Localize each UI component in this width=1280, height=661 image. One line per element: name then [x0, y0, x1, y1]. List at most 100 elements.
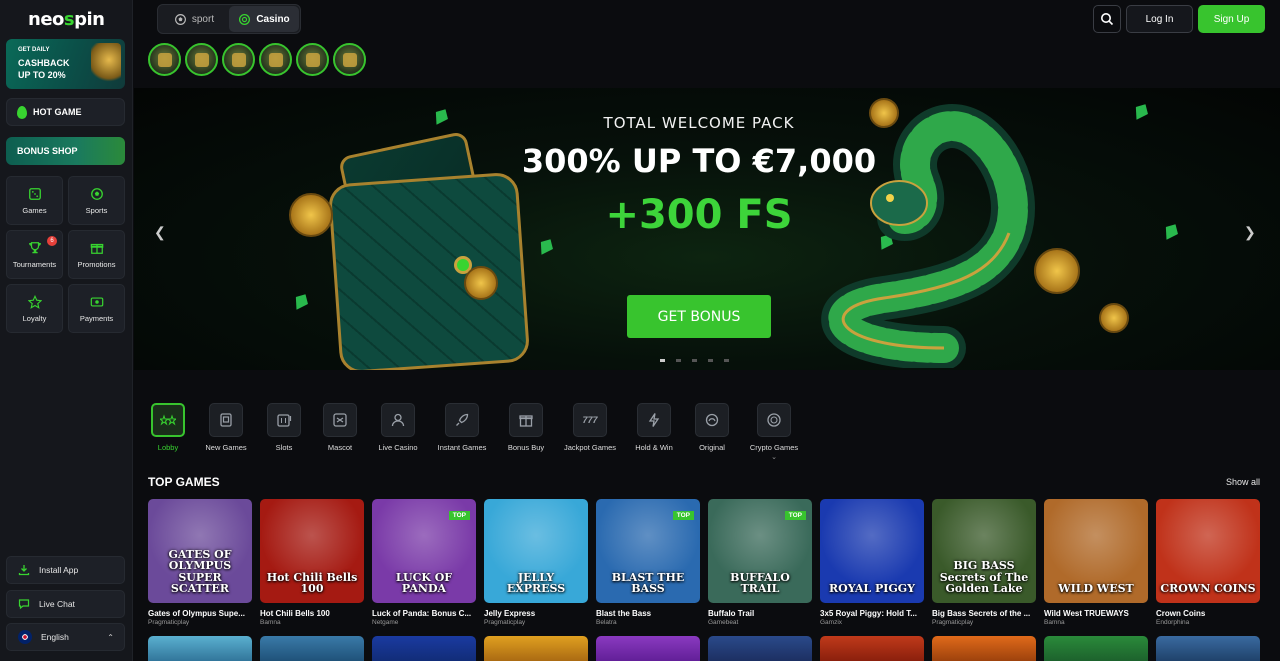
game-thumbnail[interactable]: [1044, 636, 1148, 661]
emerald-gem: [535, 236, 556, 259]
game-thumbnail[interactable]: GATES OF OLYMPUS SUPER SCATTER: [148, 499, 252, 603]
game-card[interactable]: BLAST THE BASS TOP Blast the Bass Belatra: [596, 499, 700, 626]
language-label: English: [41, 632, 69, 642]
promo-banner[interactable]: TOTAL WELCOME PACK 300% UP TO €7,000 +30…: [134, 88, 1280, 370]
cashback-illustration: [91, 43, 121, 85]
language-selector[interactable]: English ⌃: [6, 623, 125, 651]
story-crown[interactable]: [185, 43, 218, 76]
carousel-dot[interactable]: [692, 359, 697, 362]
game-thumbnail[interactable]: Hot Chili Bells 100: [260, 499, 364, 603]
get-bonus-button[interactable]: GET BONUS: [627, 295, 771, 338]
sidebar-nav: Games Sports 6 Tournaments Promotions Lo…: [6, 176, 126, 333]
game-name[interactable]: Hot Chili Bells 100: [260, 609, 364, 618]
category-slots[interactable]: Slots: [264, 403, 304, 452]
game-card[interactable]: BUFFALO TRAIL TOP Buffalo Trail Gamebeat: [708, 499, 812, 626]
game-thumbnail[interactable]: [484, 636, 588, 661]
game-name[interactable]: 3x5 Royal Piggy: Hold T...: [820, 609, 924, 618]
sidebar-item-promotions[interactable]: Promotions: [68, 230, 125, 279]
live-chat-button[interactable]: Live Chat: [6, 590, 125, 618]
tab-casino[interactable]: Casino: [229, 6, 299, 32]
sidebar-item-payments[interactable]: Payments: [68, 284, 125, 333]
game-thumbnail[interactable]: [372, 636, 476, 661]
story-mascot[interactable]: [222, 43, 255, 76]
game-thumbnail[interactable]: [596, 636, 700, 661]
chevron-right-icon[interactable]: ❯: [1244, 224, 1256, 241]
sidebar-item-sports[interactable]: Sports: [68, 176, 125, 225]
game-name[interactable]: Jelly Express: [484, 609, 588, 618]
search-button[interactable]: [1093, 5, 1121, 33]
game-card[interactable]: CROWN COINS Crown Coins Endorphina: [1156, 499, 1260, 626]
live-chat-label: Live Chat: [39, 599, 75, 609]
story-gift[interactable]: [259, 43, 292, 76]
bonus-shop-button[interactable]: BONUS SHOP: [6, 137, 125, 165]
show-all-link[interactable]: Show all: [1226, 477, 1260, 487]
story-trophy[interactable]: [148, 43, 181, 76]
game-name[interactable]: Buffalo Trail: [708, 609, 812, 618]
signup-button[interactable]: Sign Up: [1198, 5, 1265, 33]
top-games-row: GATES OF OLYMPUS SUPER SCATTER Gates of O…: [148, 499, 1260, 626]
install-app-button[interactable]: Install App: [6, 556, 125, 584]
game-thumbnail[interactable]: LUCK OF PANDA TOP: [372, 499, 476, 603]
carousel-dot[interactable]: [660, 359, 665, 362]
hot-game-button[interactable]: HOT GAME: [6, 98, 125, 126]
game-name[interactable]: Gates of Olympus Supe...: [148, 609, 252, 618]
category-original[interactable]: Original: [676, 403, 748, 452]
chat-icon: [18, 599, 30, 610]
soccer-ball-icon: [174, 13, 186, 25]
category-instant-games[interactable]: Instant Games: [420, 403, 504, 452]
category-crypto-games[interactable]: Crypto Games ⌄: [748, 403, 800, 461]
game-thumbnail[interactable]: WILD WEST: [1044, 499, 1148, 603]
chevron-left-icon[interactable]: ❮: [154, 224, 166, 241]
games-second-row: [148, 636, 1260, 661]
chevron-down-icon[interactable]: ⌄: [771, 453, 777, 461]
story-coin[interactable]: [296, 43, 329, 76]
sidebar-item-loyalty[interactable]: Loyalty: [6, 284, 63, 333]
sidebar-item-label: Payments: [79, 313, 114, 323]
game-thumbnail[interactable]: BLAST THE BASS TOP: [596, 499, 700, 603]
category-hold-and-win[interactable]: Hold & Win: [632, 403, 676, 452]
game-thumbnail[interactable]: [708, 636, 812, 661]
game-card[interactable]: WILD WEST Wild West TRUEWAYS Bamna: [1044, 499, 1148, 626]
cashback-promo-card[interactable]: GET DAILY CASHBACK UP TO 20%: [6, 39, 125, 89]
category-bonus-buy[interactable]: Bonus Buy: [504, 403, 548, 452]
game-thumbnail[interactable]: BIG BASS Secrets of The Golden Lake: [932, 499, 1036, 603]
game-thumbnail[interactable]: [820, 636, 924, 661]
category-new-games[interactable]: New Games: [188, 403, 264, 452]
carousel-dot[interactable]: [676, 359, 681, 362]
game-thumbnail[interactable]: [932, 636, 1036, 661]
box-icon: [342, 52, 357, 67]
game-name[interactable]: Big Bass Secrets of the ...: [932, 609, 1036, 618]
game-thumbnail[interactable]: ROYAL PIGGY: [820, 499, 924, 603]
game-card[interactable]: Hot Chili Bells 100 Hot Chili Bells 100 Ba…: [260, 499, 364, 626]
game-card[interactable]: BIG BASS Secrets of The Golden Lake Big B…: [932, 499, 1036, 626]
category-live-casino[interactable]: Live Casino: [376, 403, 420, 452]
login-button[interactable]: Log In: [1126, 5, 1193, 33]
game-name[interactable]: Blast the Bass: [596, 609, 700, 618]
carousel-dot[interactable]: [724, 359, 729, 362]
game-thumbnail[interactable]: [148, 636, 252, 661]
game-name[interactable]: Luck of Panda: Bonus C...: [372, 609, 476, 618]
logo[interactable]: neospin: [28, 9, 105, 30]
game-art-title: LUCK OF PANDA: [395, 570, 453, 596]
game-card[interactable]: ROYAL PIGGY 3x5 Royal Piggy: Hold T... Gam…: [820, 499, 924, 626]
category-lobby[interactable]: Lobby: [148, 403, 188, 452]
game-name[interactable]: Crown Coins: [1156, 609, 1260, 618]
game-card[interactable]: GATES OF OLYMPUS SUPER SCATTER Gates of O…: [148, 499, 252, 626]
sidebar-item-label: Games: [22, 205, 47, 215]
game-card[interactable]: JELLY EXPRESS Jelly Express Pragmaticplay: [484, 499, 588, 626]
tab-sport[interactable]: sport: [159, 6, 229, 32]
sidebar-item-tournaments[interactable]: 6 Tournaments: [6, 230, 63, 279]
category-mascot[interactable]: Mascot: [304, 403, 376, 452]
sidebar-item-games[interactable]: Games: [6, 176, 63, 225]
story-box[interactable]: [333, 43, 366, 76]
game-thumbnail[interactable]: [1156, 636, 1260, 661]
game-thumbnail[interactable]: JELLY EXPRESS: [484, 499, 588, 603]
game-thumbnail[interactable]: BUFFALO TRAIL TOP: [708, 499, 812, 603]
carousel-dot[interactable]: [708, 359, 713, 362]
game-name[interactable]: Wild West TRUEWAYS: [1044, 609, 1148, 618]
game-thumbnail[interactable]: [260, 636, 364, 661]
game-thumbnail[interactable]: CROWN COINS: [1156, 499, 1260, 603]
category-jackpot-games[interactable]: 777 Jackpot Games: [548, 403, 632, 452]
game-card[interactable]: LUCK OF PANDA TOP Luck of Panda: Bonus C..…: [372, 499, 476, 626]
jackpot-777-icon: 777: [582, 415, 598, 425]
